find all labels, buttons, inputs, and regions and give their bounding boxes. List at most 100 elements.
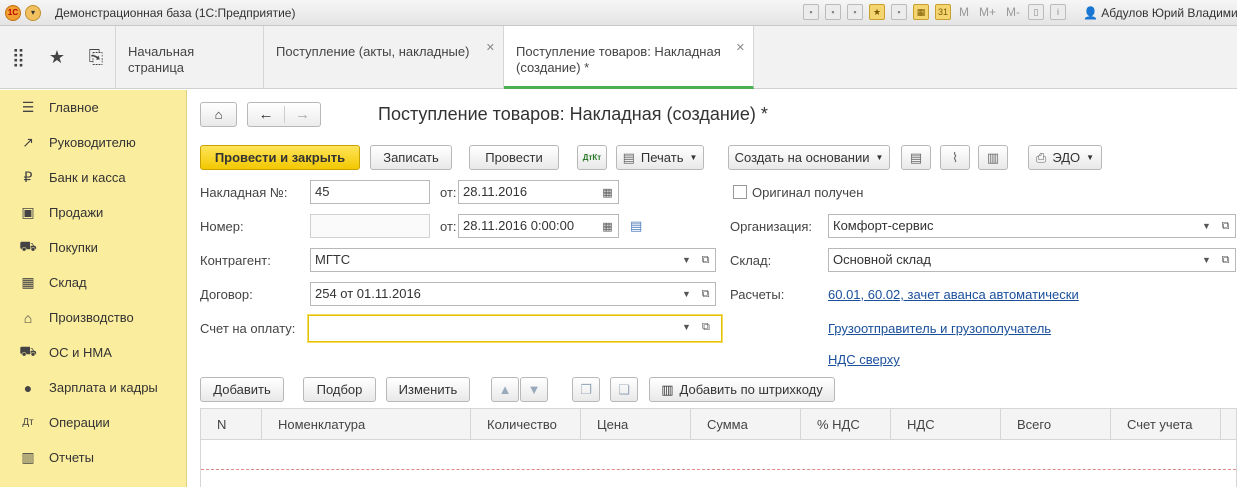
save-button[interactable]: Записать (370, 145, 452, 170)
post-button[interactable]: Провести (469, 145, 559, 170)
add-by-barcode-button[interactable]: ▥ Добавить по штрихкоду (649, 377, 835, 402)
sidebar-item-production[interactable]: ⌂ Производство (0, 300, 186, 335)
edo-button[interactable]: ⎙ ЭДО ▼ (1028, 145, 1102, 170)
warehouse-field[interactable]: Основной склад (828, 248, 1198, 272)
sidebar-item-reports[interactable]: ▥ Отчеты (0, 440, 186, 475)
organization-open-icon[interactable]: ⧉ (1216, 214, 1236, 238)
list-button[interactable]: ▥ (978, 145, 1008, 170)
contract-field[interactable]: 254 от 01.11.2016 (310, 282, 678, 306)
add-row-button[interactable]: Добавить (200, 377, 284, 402)
history-icon[interactable]: ⎘ (89, 47, 103, 68)
sidebar-item-bank[interactable]: ₽ Банк и касса (0, 160, 186, 195)
counterparty-field[interactable]: МГТС (310, 248, 678, 272)
sidebar-item-fixed-assets[interactable]: ⛟ ОС и НМА (0, 335, 186, 370)
create-based-on-button[interactable]: Создать на основании ▼ (728, 145, 890, 170)
sidebar-item-warehouse[interactable]: ▦ Склад (0, 265, 186, 300)
document-icon-button[interactable]: ▤ (901, 145, 931, 170)
contract-dropdown-icon[interactable]: ▼ (677, 282, 697, 306)
column-header-vat[interactable]: НДС (891, 409, 1001, 439)
home-button[interactable]: ⌂ (200, 102, 237, 127)
column-header-account[interactable]: Счет учета (1111, 409, 1221, 439)
invoice-date-label: от: (440, 185, 457, 200)
warehouse-open-icon[interactable]: ⧉ (1216, 248, 1236, 272)
print-button[interactable]: ▤ Печать ▼ (616, 145, 704, 170)
invoice-no-field[interactable]: 45 (310, 180, 430, 204)
contract-open-icon[interactable]: ⧉ (696, 282, 716, 306)
copy-button[interactable]: ❐ (572, 377, 600, 402)
column-header-quantity[interactable]: Количество (471, 409, 581, 439)
info-icon[interactable]: i (1050, 4, 1067, 20)
preview-icon[interactable]: ▪ (847, 4, 863, 20)
items-table-body[interactable] (200, 440, 1237, 487)
column-header-n[interactable]: N (201, 409, 262, 439)
warehouse-dropdown-icon[interactable]: ▼ (1197, 248, 1217, 272)
settlements-link[interactable]: 60.01, 60.02, зачет аванса автоматически (828, 287, 1079, 302)
user-name[interactable]: 👤 Абдулов Юрий Владимирови (1083, 6, 1237, 20)
main-menu-dropdown-icon[interactable]: ▾ (25, 4, 41, 21)
history-icon[interactable]: ▪ (891, 4, 907, 20)
sidebar-item-operations[interactable]: Дт Операции (0, 405, 186, 440)
apps-grid-icon[interactable]: ⣿ (12, 47, 25, 68)
forward-arrow-icon[interactable]: → (284, 106, 320, 123)
number-date-field[interactable]: 28.11.2016 0:00:00 (458, 214, 598, 238)
chevron-down-icon: ▼ (689, 153, 698, 162)
memory-minus-button[interactable]: M- (1004, 5, 1022, 19)
column-header-vat-rate[interactable]: % НДС (801, 409, 891, 439)
shipper-consignee-link[interactable]: Грузоотправитель и грузополучатель (828, 321, 1051, 336)
invoice-payment-field[interactable] (308, 315, 722, 342)
save-icon[interactable]: ▪ (803, 4, 819, 20)
copy-icon: ❐ (580, 381, 592, 397)
sidebar-item-sales[interactable]: ▣ Продажи (0, 195, 186, 230)
warehouse-icon: ▦ (21, 274, 35, 290)
favorites-star-icon[interactable]: ★ (49, 47, 65, 68)
sidebar: ☰ Главное ↗ Руководителю ₽ Банк и касса ▣ Пр… (0, 90, 187, 487)
vat-on-top-link[interactable]: НДС сверху (828, 352, 900, 367)
change-button[interactable]: Изменить (386, 377, 470, 402)
number-field[interactable] (310, 214, 430, 238)
original-received-checkbox[interactable] (733, 185, 747, 199)
comment-icon[interactable]: ▤ (630, 218, 642, 234)
print-icon[interactable]: ▪ (825, 4, 841, 20)
column-header-total[interactable]: Всего (1001, 409, 1111, 439)
calendar-icon[interactable]: ▦ (597, 214, 619, 238)
tab-receipt-document[interactable]: Поступление товаров: Накладная (создание… (504, 26, 754, 89)
move-down-button[interactable]: ▼ (520, 377, 548, 402)
post-and-close-button[interactable]: Провести и закрыть (200, 145, 360, 170)
tab-receipts-list[interactable]: Поступление (акты, накладные) ✕ (264, 26, 504, 89)
invoice-date-field[interactable]: 28.11.2016 (458, 180, 598, 204)
counterparty-open-icon[interactable]: ⧉ (696, 248, 716, 272)
organization-dropdown-icon[interactable]: ▼ (1197, 214, 1217, 238)
memory-button[interactable]: M (957, 5, 971, 19)
calculator-icon[interactable]: ▦ (913, 4, 929, 20)
close-icon[interactable]: ✕ (736, 40, 745, 56)
invoice-payment-open-icon[interactable]: ⧉ (702, 321, 710, 334)
pick-button[interactable]: Подбор (303, 377, 376, 402)
paste-button[interactable]: ❏ (610, 377, 638, 402)
calendar-icon[interactable]: 31 (935, 4, 951, 20)
sidebar-item-main[interactable]: ☰ Главное (0, 90, 186, 125)
1c-logo-icon[interactable]: 1С (5, 4, 21, 21)
column-header-price[interactable]: Цена (581, 409, 691, 439)
organization-field[interactable]: Комфорт-сервис (828, 214, 1198, 238)
dt-kt-button[interactable]: ДтКт (577, 145, 607, 170)
close-icon[interactable]: ✕ (486, 40, 495, 56)
column-header-nomenclature[interactable]: Номенклатура (262, 409, 471, 439)
attach-button[interactable]: ⌇ (940, 145, 970, 170)
invoice-no-label: Накладная №: (200, 185, 288, 200)
sidebar-item-payroll[interactable]: ● Зарплата и кадры (0, 370, 186, 405)
tab-home[interactable]: Начальная страница (116, 26, 264, 89)
favorites-icon[interactable]: ★ (869, 4, 885, 20)
back-arrow-icon[interactable]: ← (248, 106, 284, 123)
invoice-payment-label: Счет на оплату: (200, 321, 296, 336)
invoice-payment-dropdown-icon[interactable]: ▼ (682, 322, 691, 332)
sidebar-item-manager[interactable]: ↗ Руководителю (0, 125, 186, 160)
move-up-button[interactable]: ▲ (491, 377, 519, 402)
edo-icon: ⎙ (1035, 149, 1047, 165)
counterparty-dropdown-icon[interactable]: ▼ (677, 248, 697, 272)
column-header-amount[interactable]: Сумма (691, 409, 801, 439)
calendar-icon[interactable]: ▦ (597, 180, 619, 204)
memory-plus-button[interactable]: M+ (977, 5, 998, 19)
home-icon: ⌂ (214, 107, 223, 122)
window-layout-icon[interactable]: ▯ (1028, 4, 1045, 20)
sidebar-item-purchases[interactable]: ⛟ Покупки (0, 230, 186, 265)
